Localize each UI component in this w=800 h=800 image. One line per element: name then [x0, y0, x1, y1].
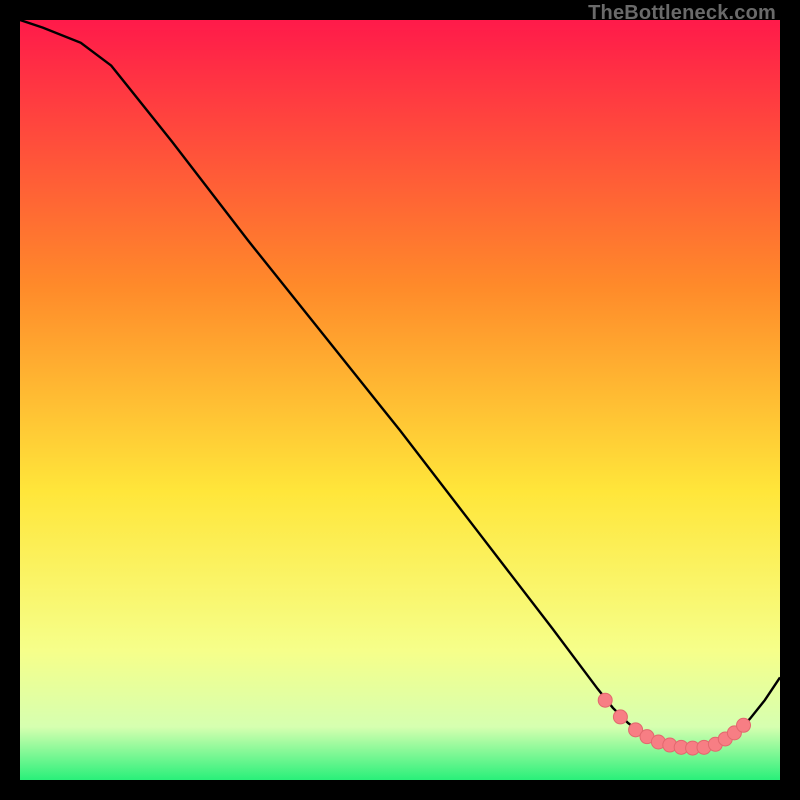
plot-svg: [20, 20, 780, 780]
marker-dot: [598, 693, 612, 707]
gradient-background: [20, 20, 780, 780]
watermark-text: TheBottleneck.com: [588, 2, 776, 25]
marker-dot: [737, 718, 751, 732]
marker-dot: [613, 710, 627, 724]
chart-stage: TheBottleneck.com: [0, 0, 800, 800]
plot-area: [20, 20, 780, 780]
